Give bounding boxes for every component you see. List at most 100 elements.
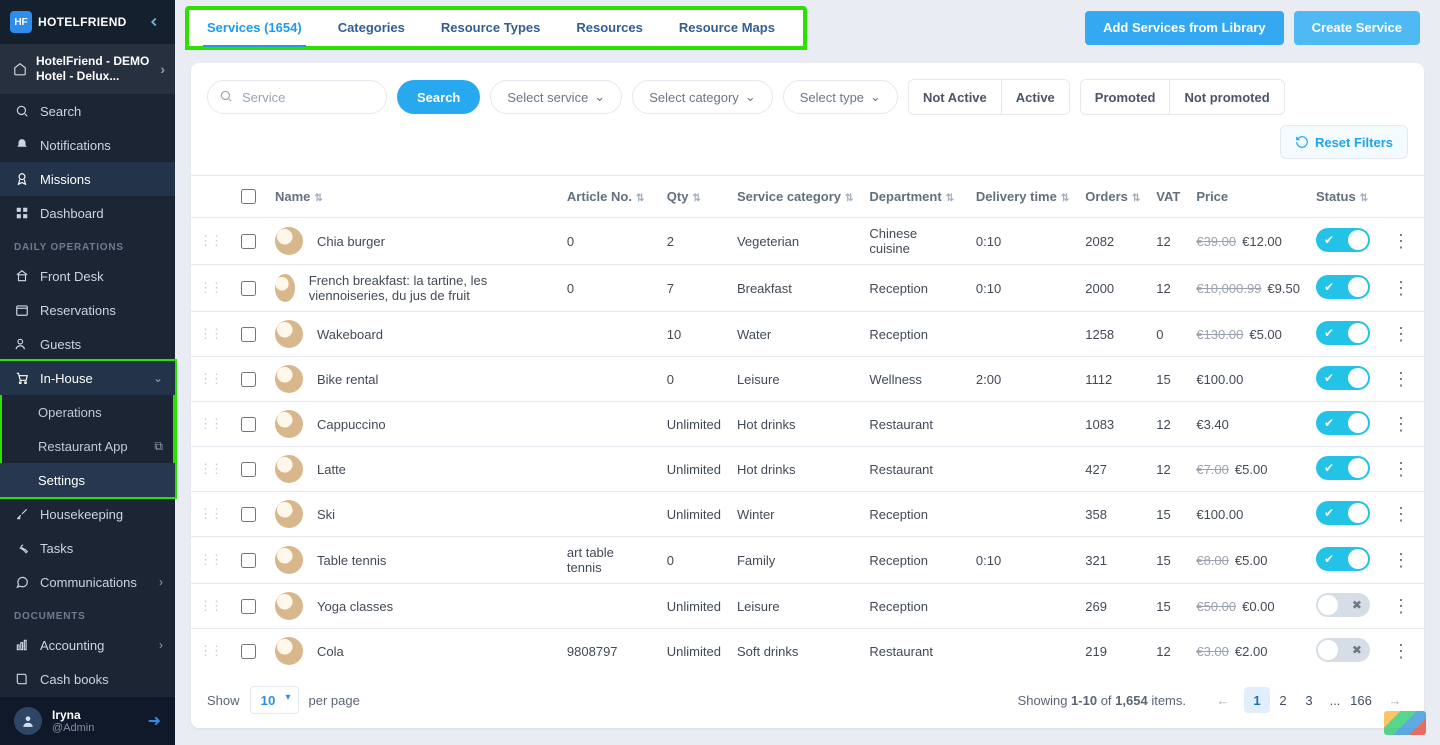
drag-handle-icon[interactable]: ⋮⋮ bbox=[191, 402, 229, 447]
drag-handle-icon[interactable]: ⋮⋮ bbox=[191, 492, 229, 537]
drag-handle-icon[interactable]: ⋮⋮ bbox=[191, 218, 229, 265]
row-menu-button[interactable]: ⋮ bbox=[1386, 231, 1416, 251]
cell-delivery bbox=[968, 492, 1077, 537]
row-menu-button[interactable]: ⋮ bbox=[1386, 596, 1416, 616]
status-toggle[interactable]: ✔✖ bbox=[1316, 593, 1370, 617]
sidebar-item-notifications[interactable]: Notifications bbox=[0, 128, 175, 162]
drag-handle-icon[interactable]: ⋮⋮ bbox=[191, 447, 229, 492]
col-department[interactable]: Department⇅ bbox=[861, 176, 967, 218]
filter-promoted[interactable]: Promoted bbox=[1081, 80, 1170, 114]
drag-handle-icon[interactable]: ⋮⋮ bbox=[191, 584, 229, 629]
status-toggle[interactable]: ✔✖ bbox=[1316, 275, 1370, 299]
sidebar-item-dashboard[interactable]: Dashboard bbox=[0, 196, 175, 230]
col-category[interactable]: Service category⇅ bbox=[729, 176, 861, 218]
status-toggle[interactable]: ✔✖ bbox=[1316, 456, 1370, 480]
select-type-dropdown[interactable]: Select type⌄ bbox=[783, 80, 898, 114]
sidebar-collapse-button[interactable] bbox=[143, 11, 165, 33]
row-menu-button[interactable]: ⋮ bbox=[1386, 550, 1416, 570]
button-label: Create Service bbox=[1312, 20, 1402, 35]
row-menu-button[interactable]: ⋮ bbox=[1386, 504, 1416, 524]
sidebar-item-housekeeping[interactable]: Housekeeping bbox=[0, 497, 175, 531]
row-menu-button[interactable]: ⋮ bbox=[1386, 641, 1416, 661]
sidebar-item-restaurant-app[interactable]: Restaurant App ⧉ bbox=[0, 429, 175, 463]
cell-qty: Unlimited bbox=[659, 402, 729, 447]
drag-handle-icon[interactable]: ⋮⋮ bbox=[191, 357, 229, 402]
status-toggle[interactable]: ✔✖ bbox=[1316, 366, 1370, 390]
row-checkbox[interactable] bbox=[241, 234, 256, 249]
status-toggle[interactable]: ✔✖ bbox=[1316, 321, 1370, 345]
row-checkbox[interactable] bbox=[241, 644, 256, 659]
row-checkbox[interactable] bbox=[241, 417, 256, 432]
select-category-dropdown[interactable]: Select category⌄ bbox=[632, 80, 773, 114]
tab-services[interactable]: Services (1654) bbox=[189, 10, 320, 46]
row-menu-button[interactable]: ⋮ bbox=[1386, 324, 1416, 344]
reset-filters-button[interactable]: Reset Filters bbox=[1280, 125, 1408, 159]
search-button[interactable]: Search bbox=[397, 80, 480, 114]
status-toggle[interactable]: ✔✖ bbox=[1316, 411, 1370, 435]
drag-handle-icon[interactable]: ⋮⋮ bbox=[191, 537, 229, 584]
tab-categories[interactable]: Categories bbox=[320, 10, 423, 46]
status-toggle[interactable]: ✔✖ bbox=[1316, 501, 1370, 525]
page-166[interactable]: 166 bbox=[1348, 687, 1374, 713]
prev-page-button[interactable]: ← bbox=[1210, 687, 1236, 713]
page-1[interactable]: 1 bbox=[1244, 687, 1270, 713]
next-page-button[interactable]: → bbox=[1382, 687, 1408, 713]
page-2[interactable]: 2 bbox=[1270, 687, 1296, 713]
service-thumbnail bbox=[275, 320, 303, 348]
select-all-checkbox[interactable] bbox=[241, 189, 256, 204]
cell-vat: 0 bbox=[1148, 312, 1188, 357]
row-checkbox[interactable] bbox=[241, 553, 256, 568]
sidebar: HF HOTELFRIEND HotelFriend - DEMO Hotel … bbox=[0, 0, 175, 745]
sidebar-item-cash-books[interactable]: Cash books bbox=[0, 662, 175, 696]
status-toggle[interactable]: ✔✖ bbox=[1316, 228, 1370, 252]
tab-resource-maps[interactable]: Resource Maps bbox=[661, 10, 793, 46]
row-menu-button[interactable]: ⋮ bbox=[1386, 414, 1416, 434]
sidebar-item-guests[interactable]: Guests bbox=[0, 327, 175, 361]
drag-handle-icon[interactable]: ⋮⋮ bbox=[191, 265, 229, 312]
page-size-select[interactable]: 10 bbox=[250, 686, 299, 714]
select-service-dropdown[interactable]: Select service⌄ bbox=[490, 80, 622, 114]
row-checkbox[interactable] bbox=[241, 599, 256, 614]
page-3[interactable]: 3 bbox=[1296, 687, 1322, 713]
table-wrapper[interactable]: Name⇅ Article No.⇅ Qty⇅ Service category… bbox=[191, 175, 1424, 672]
status-toggle[interactable]: ✔✖ bbox=[1316, 638, 1370, 662]
col-status[interactable]: Status⇅ bbox=[1308, 176, 1378, 218]
filter-not-active[interactable]: Not Active bbox=[909, 80, 1001, 114]
col-orders[interactable]: Orders⇅ bbox=[1077, 176, 1148, 218]
create-service-button[interactable]: Create Service bbox=[1294, 11, 1420, 45]
sidebar-item-operations[interactable]: Operations bbox=[0, 395, 175, 429]
sidebar-item-label: Dashboard bbox=[40, 206, 104, 221]
sidebar-item-communications[interactable]: Communications › bbox=[0, 565, 175, 599]
row-menu-button[interactable]: ⋮ bbox=[1386, 369, 1416, 389]
row-checkbox[interactable] bbox=[241, 462, 256, 477]
sidebar-user[interactable]: Iryna @Admin ➜ bbox=[0, 697, 175, 745]
row-menu-button[interactable]: ⋮ bbox=[1386, 459, 1416, 479]
row-checkbox[interactable] bbox=[241, 281, 256, 296]
sidebar-item-tasks[interactable]: Tasks bbox=[0, 531, 175, 565]
drag-handle-icon[interactable]: ⋮⋮ bbox=[191, 312, 229, 357]
sidebar-item-front-desk[interactable]: Front Desk bbox=[0, 259, 175, 293]
tab-resource-types[interactable]: Resource Types bbox=[423, 10, 558, 46]
filter-active[interactable]: Active bbox=[1001, 80, 1069, 114]
drag-handle-icon[interactable]: ⋮⋮ bbox=[191, 629, 229, 673]
sidebar-item-missions[interactable]: Missions bbox=[0, 162, 175, 196]
col-article[interactable]: Article No.⇅ bbox=[559, 176, 659, 218]
row-checkbox[interactable] bbox=[241, 372, 256, 387]
col-delivery[interactable]: Delivery time⇅ bbox=[968, 176, 1077, 218]
add-from-library-button[interactable]: Add Services from Library bbox=[1085, 11, 1284, 45]
row-menu-button[interactable]: ⋮ bbox=[1386, 278, 1416, 298]
status-toggle[interactable]: ✔✖ bbox=[1316, 547, 1370, 571]
filter-not-promoted[interactable]: Not promoted bbox=[1169, 80, 1283, 114]
col-qty[interactable]: Qty⇅ bbox=[659, 176, 729, 218]
row-checkbox[interactable] bbox=[241, 507, 256, 522]
search-input[interactable] bbox=[207, 80, 387, 114]
sidebar-item-reservations[interactable]: Reservations bbox=[0, 293, 175, 327]
row-checkbox[interactable] bbox=[241, 327, 256, 342]
tab-resources[interactable]: Resources bbox=[558, 10, 660, 46]
sidebar-item-search[interactable]: Search bbox=[0, 94, 175, 128]
col-name[interactable]: Name⇅ bbox=[267, 176, 559, 218]
sidebar-item-settings[interactable]: Settings bbox=[0, 463, 175, 497]
sidebar-item-accounting[interactable]: Accounting › bbox=[0, 628, 175, 662]
hotel-selector[interactable]: HotelFriend - DEMO Hotel - Delux... › bbox=[0, 44, 175, 94]
sidebar-item-in-house[interactable]: In-House ⌄ bbox=[0, 361, 175, 395]
